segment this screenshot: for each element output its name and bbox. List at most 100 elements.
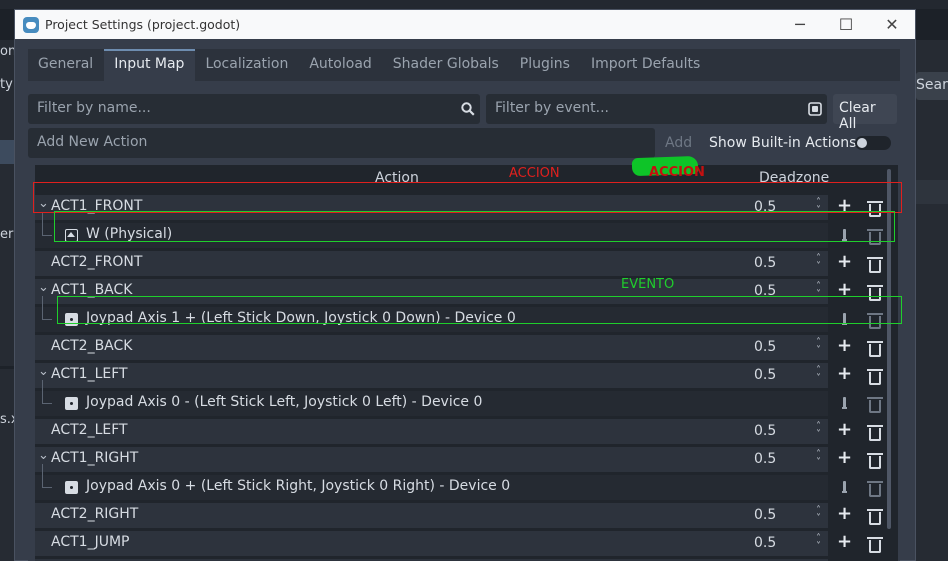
left-dock-selected-item[interactable] bbox=[0, 140, 14, 164]
row-background bbox=[35, 503, 828, 528]
action-row[interactable]: ACT1_JUMP 0.5 ˄ ˅ bbox=[35, 530, 828, 558]
deadzone-spinbox[interactable]: 0.5 ˄ ˅ bbox=[748, 365, 825, 387]
project-settings-window: Project Settings (project.godot) ─ ☐ ✕ G… bbox=[14, 9, 916, 561]
add-event-button[interactable]: + bbox=[837, 365, 852, 383]
joypad-icon bbox=[65, 313, 78, 326]
minimize-button[interactable]: ─ bbox=[777, 10, 823, 39]
deadzone-spinbox[interactable]: 0.5 ˄ ˅ bbox=[748, 281, 825, 303]
tab-plugins[interactable]: Plugins bbox=[510, 49, 581, 81]
add-event-button[interactable]: + bbox=[837, 197, 852, 215]
action-row[interactable]: ⌄ ACT1_LEFT 0.5 ˄ ˅ bbox=[35, 362, 828, 390]
deadzone-spinbox[interactable]: 0.5 ˄ ˅ bbox=[748, 421, 825, 443]
remove-action-button[interactable] bbox=[867, 537, 883, 553]
edit-event-button[interactable] bbox=[842, 397, 847, 409]
expand-arrow-icon[interactable]: ⌄ bbox=[38, 280, 49, 295]
remove-action-button[interactable] bbox=[867, 369, 883, 385]
row-background bbox=[35, 447, 828, 472]
add-event-button[interactable]: + bbox=[837, 253, 852, 271]
tab-autoload[interactable]: Autoload bbox=[299, 49, 382, 81]
deadzone-spinbox[interactable]: 0.5 ˄ ˅ bbox=[748, 505, 825, 527]
add-new-action-input[interactable]: Add New Action bbox=[28, 128, 655, 158]
spin-arrows-icon[interactable]: ˄ ˅ bbox=[816, 450, 821, 468]
remove-event-button[interactable] bbox=[867, 481, 883, 497]
annotation-accion-label: ACCION bbox=[649, 165, 705, 180]
add-event-button[interactable]: + bbox=[837, 449, 852, 467]
event-row[interactable]: Joypad Axis 1 + (Left Stick Down, Joysti… bbox=[35, 296, 828, 334]
expand-arrow-icon[interactable]: ⌄ bbox=[38, 364, 49, 379]
tree-guide-line bbox=[42, 212, 52, 236]
add-event-button[interactable]: + bbox=[837, 533, 852, 551]
edit-event-button[interactable] bbox=[842, 313, 847, 325]
add-event-button[interactable]: + bbox=[837, 505, 852, 523]
remove-action-button[interactable] bbox=[867, 201, 883, 217]
remove-action-button[interactable] bbox=[867, 509, 883, 525]
right-dock-search-button[interactable]: Searc bbox=[916, 72, 948, 100]
remove-action-button[interactable] bbox=[867, 285, 883, 301]
event-listen-icon[interactable] bbox=[808, 102, 822, 116]
remove-action-button[interactable] bbox=[867, 341, 883, 357]
deadzone-spinbox[interactable]: 0.5 ˄ ˅ bbox=[748, 449, 825, 471]
add-event-button[interactable]: + bbox=[837, 337, 852, 355]
action-name: ACT1_BACK bbox=[51, 282, 133, 298]
action-row[interactable]: ACT2_LEFT 0.5 ˄ ˅ bbox=[35, 418, 828, 446]
action-name: ACT1_JUMP bbox=[51, 534, 130, 550]
remove-action-button[interactable] bbox=[867, 453, 883, 469]
keyboard-icon bbox=[65, 229, 78, 242]
spin-arrows-icon[interactable]: ˄ ˅ bbox=[816, 338, 821, 356]
spin-arrows-icon[interactable]: ˄ ˅ bbox=[816, 282, 821, 300]
tab-shader-globals[interactable]: Shader Globals bbox=[383, 49, 510, 81]
tree-scrollbar[interactable] bbox=[887, 169, 891, 529]
show-builtin-toggle[interactable] bbox=[855, 136, 891, 150]
action-row[interactable]: ACT2_RIGHT 0.5 ˄ ˅ bbox=[35, 502, 828, 530]
tree-guide-line bbox=[42, 380, 52, 404]
action-row[interactable]: ⌄ ACT1_RIGHT 0.5 ˄ ˅ bbox=[35, 446, 828, 474]
tab-import-defaults[interactable]: Import Defaults bbox=[581, 49, 711, 81]
spin-arrows-icon[interactable]: ˄ ˅ bbox=[816, 366, 821, 384]
edit-event-button[interactable] bbox=[842, 229, 847, 241]
action-name: ACT2_BACK bbox=[51, 338, 133, 354]
remove-action-button[interactable] bbox=[867, 425, 883, 441]
action-row[interactable]: ⌄ ACT1_FRONT 0.5 ˄ ˅ bbox=[35, 194, 828, 222]
close-button[interactable]: ✕ bbox=[869, 10, 915, 39]
deadzone-spinbox[interactable]: 0.5 ˄ ˅ bbox=[748, 533, 825, 555]
remove-event-button[interactable] bbox=[867, 229, 883, 245]
filter-by-event-input[interactable]: Filter by event... bbox=[486, 94, 827, 124]
deadzone-value: 0.5 bbox=[754, 535, 777, 551]
expand-arrow-icon[interactable]: ⌄ bbox=[38, 196, 49, 211]
deadzone-spinbox[interactable]: 0.5 ˄ ˅ bbox=[748, 197, 825, 219]
expand-arrow-icon[interactable]: ⌄ bbox=[38, 448, 49, 463]
search-icon bbox=[461, 102, 475, 116]
tab-general[interactable]: General bbox=[28, 49, 104, 81]
event-row[interactable]: Joypad Axis 0 - (Left Stick Left, Joysti… bbox=[35, 380, 828, 418]
spin-arrows-icon[interactable]: ˄ ˅ bbox=[816, 506, 821, 524]
add-action-button[interactable]: Add bbox=[665, 135, 692, 151]
event-name: Joypad Axis 0 - (Left Stick Left, Joysti… bbox=[86, 394, 483, 410]
spin-arrows-icon[interactable]: ˄ ˅ bbox=[816, 422, 821, 440]
event-row[interactable]: Joypad Axis 0 + (Left Stick Right, Joyst… bbox=[35, 464, 828, 502]
spin-arrows-icon[interactable]: ˄ ˅ bbox=[816, 254, 821, 272]
tree-guide-line bbox=[42, 464, 52, 488]
spin-arrows-icon[interactable]: ˄ ˅ bbox=[816, 198, 821, 216]
deadzone-value: 0.5 bbox=[754, 423, 777, 439]
tab-localization[interactable]: Localization bbox=[195, 49, 299, 81]
window-titlebar[interactable]: Project Settings (project.godot) ─ ☐ ✕ bbox=[15, 10, 915, 39]
action-name: ACT1_LEFT bbox=[51, 366, 128, 382]
action-row[interactable]: ⌄ ACT1_BACK 0.5 ˄ ˅ bbox=[35, 278, 828, 306]
remove-action-button[interactable] bbox=[867, 257, 883, 273]
remove-event-button[interactable] bbox=[867, 313, 883, 329]
action-row[interactable]: ACT2_FRONT 0.5 ˄ ˅ bbox=[35, 250, 828, 278]
add-event-button[interactable]: + bbox=[837, 281, 852, 299]
deadzone-spinbox[interactable]: 0.5 ˄ ˅ bbox=[748, 337, 825, 359]
action-row[interactable]: ACT2_BACK 0.5 ˄ ˅ bbox=[35, 334, 828, 362]
add-event-button[interactable]: + bbox=[837, 421, 852, 439]
spin-arrows-icon[interactable]: ˄ ˅ bbox=[816, 534, 821, 552]
remove-event-button[interactable] bbox=[867, 397, 883, 413]
filter-by-name-input[interactable]: Filter by name... bbox=[28, 94, 480, 124]
event-row[interactable]: W (Physical) bbox=[35, 212, 828, 250]
right-dock-band bbox=[916, 180, 948, 204]
tab-input-map[interactable]: Input Map bbox=[104, 49, 196, 81]
maximize-button[interactable]: ☐ bbox=[823, 10, 869, 39]
deadzone-spinbox[interactable]: 0.5 ˄ ˅ bbox=[748, 253, 825, 275]
edit-event-button[interactable] bbox=[842, 481, 847, 493]
clear-all-button[interactable]: Clear All bbox=[833, 94, 897, 132]
